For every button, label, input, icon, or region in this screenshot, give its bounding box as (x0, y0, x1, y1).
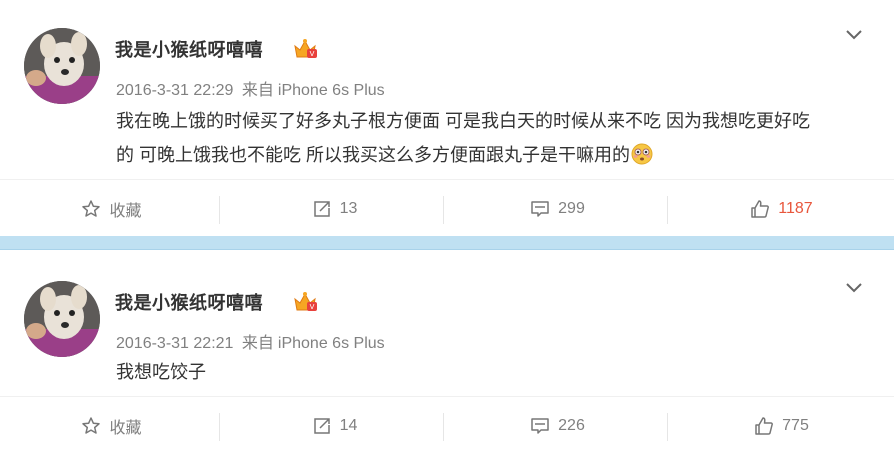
like-button[interactable]: 775 (669, 397, 894, 454)
repost-button[interactable]: 13 (223, 180, 446, 238)
repost-button[interactable]: 14 (223, 397, 446, 454)
favorite-label: 收藏 (109, 203, 142, 220)
username[interactable]: 我是小猴纸呀嘻嘻 (115, 289, 263, 315)
comment-button[interactable]: 226 (446, 397, 669, 454)
post-card: 我是小猴纸呀嘻嘻 V 2016-3-31 22:21 来自 iPhone 6s P… (0, 253, 894, 454)
like-button[interactable]: 1187 (669, 180, 894, 238)
post-meta: 2016-3-31 22:21 来自 iPhone 6s Plus (116, 329, 389, 353)
divider (667, 196, 668, 224)
svg-text:V: V (310, 303, 315, 311)
divider (443, 196, 444, 224)
vip-crown-badge-icon[interactable]: V (293, 38, 319, 60)
repost-icon (312, 199, 332, 219)
divider (219, 196, 220, 224)
action-bar: 收藏 13 299 1187 (0, 179, 894, 237)
comment-button[interactable]: 299 (446, 180, 669, 238)
comment-icon (530, 199, 550, 219)
divider (443, 413, 444, 441)
comment-count: 226 (558, 417, 585, 434)
favorite-button[interactable]: 收藏 (0, 180, 223, 238)
post-card: 我是小猴纸呀嘻嘻 V 2016-3-31 22:29 来自 iPhone 6s P… (0, 0, 894, 236)
like-count: 775 (782, 417, 809, 434)
like-count: 1187 (778, 200, 813, 217)
star-icon (81, 416, 101, 436)
favorite-label: 收藏 (109, 420, 142, 437)
repost-count: 14 (339, 417, 358, 434)
post-text: 我想吃饺子 (116, 355, 816, 389)
repost-count: 13 (339, 200, 358, 217)
vip-crown-badge-icon[interactable]: V (293, 291, 319, 313)
thumbs-up-icon (750, 199, 770, 219)
flushed-emoji-icon (631, 142, 653, 165)
divider (667, 413, 668, 441)
post-time[interactable]: 2016-3-31 22:21 (116, 335, 233, 352)
username[interactable]: 我是小猴纸呀嘻嘻 (115, 36, 263, 62)
dropdown-chevron-icon[interactable] (844, 28, 864, 42)
post-source[interactable]: iPhone 6s Plus (278, 335, 385, 352)
feed-separator (0, 236, 894, 253)
avatar[interactable] (24, 28, 100, 104)
post-time[interactable]: 2016-3-31 22:29 (116, 82, 233, 99)
avatar[interactable] (24, 281, 100, 357)
comment-icon (530, 416, 550, 436)
post-text-content: 我想吃饺子 (116, 362, 206, 382)
favorite-button[interactable]: 收藏 (0, 397, 223, 454)
source-prefix: 来自 (241, 82, 274, 99)
post-meta: 2016-3-31 22:29 来自 iPhone 6s Plus (116, 76, 389, 100)
comment-count: 299 (558, 200, 585, 217)
svg-text:V: V (310, 50, 315, 58)
thumbs-up-icon (754, 416, 774, 436)
action-bar: 收藏 14 226 775 (0, 396, 894, 454)
repost-icon (312, 416, 332, 436)
divider (219, 413, 220, 441)
source-prefix: 来自 (241, 335, 274, 352)
dropdown-chevron-icon[interactable] (844, 281, 864, 295)
post-text-content: 我在晚上饿的时候买了好多丸子根方便面 可是我白天的时候从来不吃 因为我想吃更好吃… (116, 111, 810, 165)
post-source[interactable]: iPhone 6s Plus (278, 82, 385, 99)
star-icon (81, 199, 101, 219)
post-text: 我在晚上饿的时候买了好多丸子根方便面 可是我白天的时候从来不吃 因为我想吃更好吃… (116, 104, 816, 172)
